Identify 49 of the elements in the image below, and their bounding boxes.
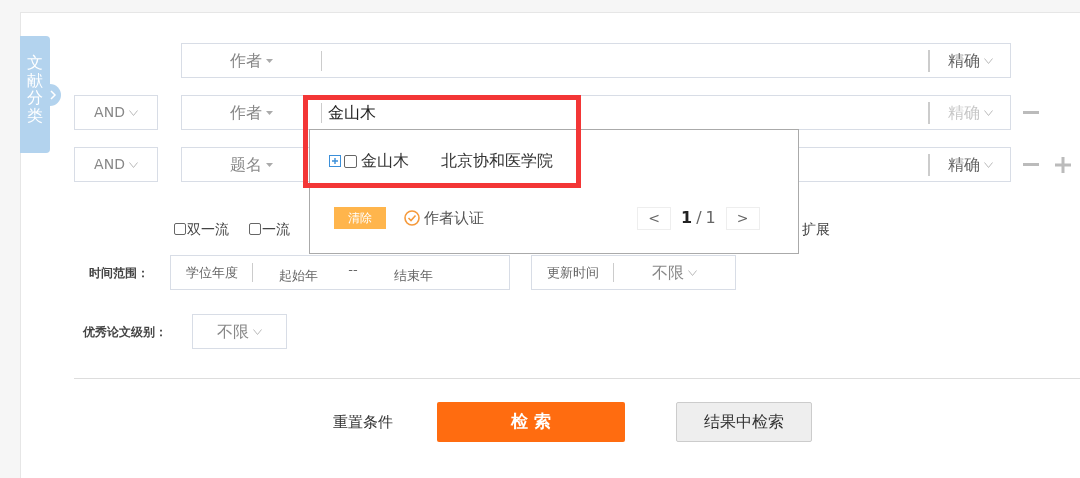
checkbox-label: 扩展 xyxy=(802,219,830,239)
checkbox[interactable] xyxy=(174,223,186,235)
page-total: 1 xyxy=(705,207,716,229)
update-time-field[interactable]: 更新时间 不限 xyxy=(531,255,736,290)
chevron-down-icon xyxy=(983,161,993,168)
author-name[interactable]: 金山木 xyxy=(361,149,409,173)
field-select[interactable]: 作者 xyxy=(182,50,322,71)
chevron-down-icon xyxy=(128,161,138,168)
chevron-down-icon xyxy=(983,109,993,116)
chevron-down-icon xyxy=(128,109,138,116)
expand-plus-icon[interactable] xyxy=(329,155,341,167)
operator-select[interactable]: AND xyxy=(74,95,158,130)
caret-icon xyxy=(266,162,273,167)
update-time-value[interactable]: 不限 xyxy=(614,260,735,285)
checkbox[interactable] xyxy=(344,154,357,168)
check-circle-icon xyxy=(404,210,420,226)
excellence-level-label: 优秀论文级别： xyxy=(81,323,168,341)
end-year-input[interactable]: 结束年 xyxy=(363,265,463,286)
date-range-field[interactable]: 学位年度 起始年 -- 结束年 xyxy=(170,255,510,290)
plus-icon[interactable] xyxy=(1055,156,1071,173)
caret-icon xyxy=(266,58,273,63)
category-tab-label: 文献分类 xyxy=(27,54,43,127)
match-select[interactable]: 精确 xyxy=(930,48,1010,73)
page-current: 1 xyxy=(681,207,693,229)
next-page-button[interactable]: > xyxy=(725,206,760,230)
author-affiliation: 北京协和医学院 xyxy=(441,150,553,172)
update-time-label: 更新时间 xyxy=(532,262,614,283)
chevron-down-icon xyxy=(253,328,262,335)
caret-icon xyxy=(266,110,273,115)
range-type-label: 学位年度 xyxy=(171,262,253,283)
reset-button[interactable]: 重置条件 xyxy=(333,410,393,434)
search-field[interactable]: 作者 精确 xyxy=(181,43,1011,78)
page-separator: / xyxy=(696,207,702,229)
search-input-value[interactable]: 金山木 xyxy=(328,102,376,122)
field-select[interactable]: 作者 xyxy=(182,102,322,123)
time-range-label: 时间范围： xyxy=(88,264,150,282)
checkbox-label: 一流 xyxy=(262,219,290,239)
excellence-level-select[interactable]: 不限 xyxy=(192,314,287,349)
checkbox-label: 双一流 xyxy=(187,219,229,239)
prev-page-button[interactable]: < xyxy=(637,206,671,230)
chevron-down-icon xyxy=(983,57,993,64)
range-separator: -- xyxy=(347,260,359,279)
chevron-down-icon xyxy=(688,269,697,276)
search-within-results-button[interactable]: 结果中检索 xyxy=(676,402,812,442)
operator-select[interactable]: AND xyxy=(74,147,158,182)
start-year-input[interactable]: 起始年 xyxy=(253,265,343,286)
checkbox[interactable] xyxy=(249,223,261,235)
author-verify-label[interactable]: 作者认证 xyxy=(424,206,484,230)
match-select[interactable]: 精确 xyxy=(930,152,1010,177)
